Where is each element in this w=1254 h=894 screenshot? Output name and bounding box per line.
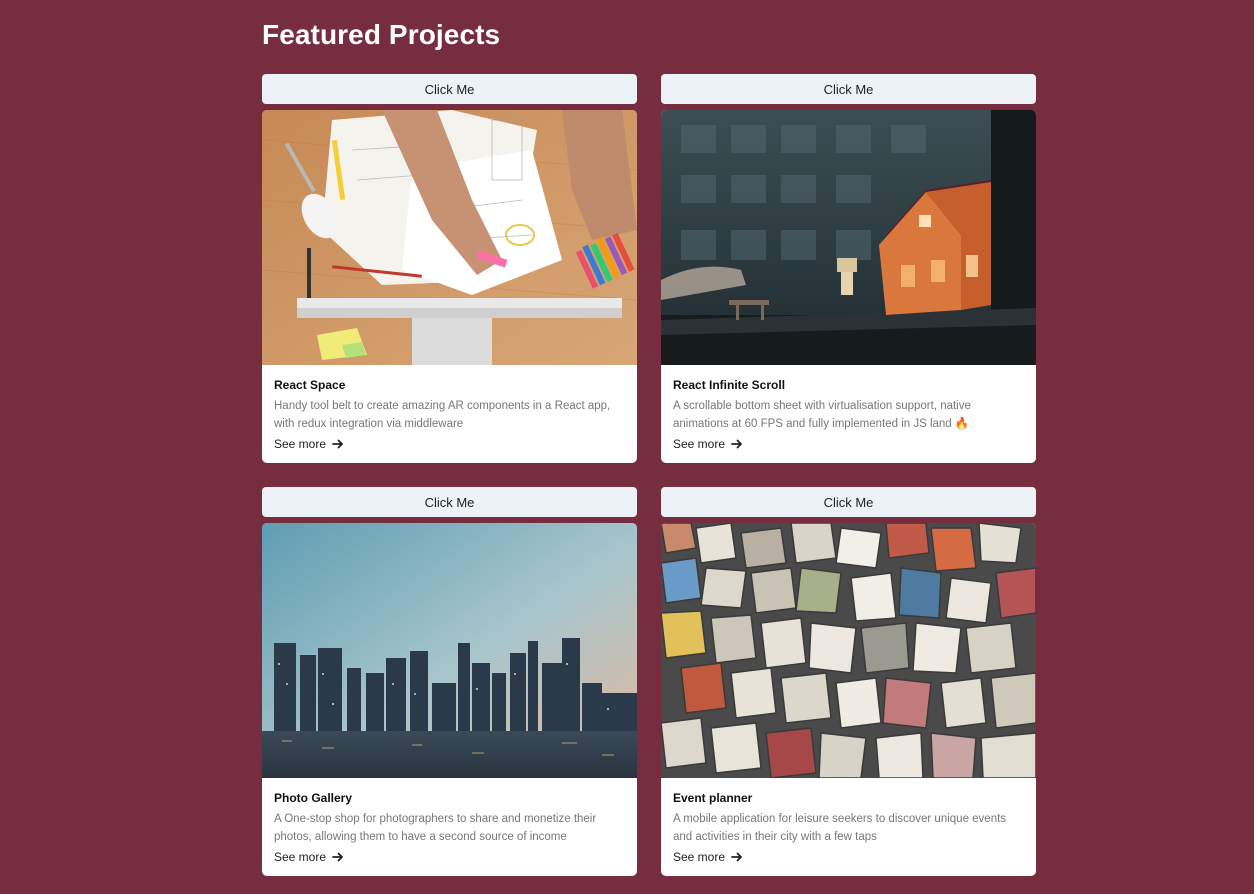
arrow-right-icon [731,852,742,862]
card-title: React Infinite Scroll [673,378,786,392]
card-description: A mobile application for leisure seekers… [673,813,1007,843]
page-title: Featured Projects [262,19,501,50]
see-more-link[interactable]: See more [673,437,743,451]
click-me-button[interactable]: Click Me [661,487,1036,517]
click-me-button[interactable]: Click Me [262,74,637,104]
card-title: Event planner [673,791,753,805]
colored-stones-image [661,523,1036,778]
desk-workspace-image [262,110,637,365]
project-card-react-space: Click Me React Space Handy tool belt to … [262,74,637,463]
see-more-label: See more [673,850,726,864]
see-more-label: See more [274,437,327,451]
card-title: React Space [274,378,346,392]
project-card-react-infinite-scroll: Click Me React Infinite Scroll A scrolla… [661,74,1036,463]
card-description: Handy tool belt to create amazing AR com… [274,400,611,430]
click-me-button[interactable]: Click Me [661,74,1036,104]
click-me-button[interactable]: Click Me [262,487,637,517]
card: React Space Handy tool belt to create am… [262,110,637,463]
see-more-link[interactable]: See more [274,850,344,864]
card: Event planner A mobile application for l… [661,523,1036,876]
city-skyline-image [262,523,637,778]
arrow-right-icon [332,852,343,862]
project-card-photo-gallery: Click Me Photo Gallery A One-stop shop f… [262,487,637,876]
see-more-link[interactable]: See more [274,437,344,451]
dollhouse-image [661,110,1036,365]
card: React Infinite Scroll A scrollable botto… [661,110,1036,463]
projects-grid: Click Me React Space Handy tool belt to … [262,74,1036,876]
arrow-right-icon [731,439,742,449]
card: Photo Gallery A One-stop shop for photog… [262,523,637,876]
project-card-event-planner: Click Me Event planner A mobile applicat… [661,487,1036,876]
see-more-label: See more [274,850,327,864]
arrow-right-icon [332,439,343,449]
card-title: Photo Gallery [274,791,353,805]
see-more-label: See more [673,437,726,451]
see-more-link[interactable]: See more [673,850,743,864]
card-description: A scrollable bottom sheet with virtualis… [673,400,971,430]
card-description: A One-stop shop for photographers to sha… [274,813,597,843]
